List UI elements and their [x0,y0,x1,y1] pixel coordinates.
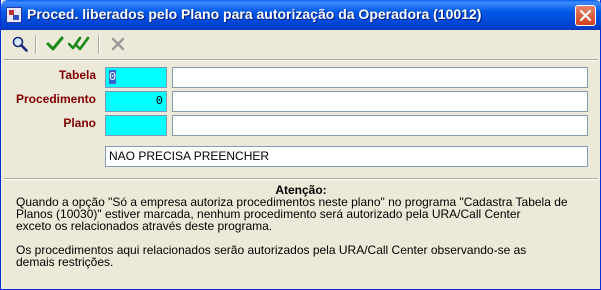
info-panel: Atenção: Quando a opção "Só a empresa au… [4,178,598,287]
info-text: exceto os relacionados através deste pro… [16,219,273,233]
plano-code-field[interactable] [105,115,167,136]
check-icon [46,36,64,51]
title-bar[interactable]: Proced. liberados pelo Plano para autori… [1,0,601,30]
plano-label: Plano [63,116,96,130]
info-text: demais restrições. [16,255,114,269]
note-field: NAO PRECISA PREENCHER [105,146,588,167]
confirm-all-button[interactable] [68,33,90,55]
confirm-button[interactable] [44,33,66,55]
tabela-label: Tabela [58,68,96,82]
toolbar [4,31,598,59]
plano-description-field[interactable] [172,115,588,136]
procedimento-description-field[interactable] [172,91,588,112]
procedimento-label: Procedimento [15,92,96,106]
toolbar-separator [98,35,100,54]
tabela-code-field[interactable]: 0 [105,67,167,88]
x-icon [111,37,125,51]
close-button[interactable] [575,5,596,26]
procedimento-code-field[interactable]: 0 [105,91,167,112]
window-title: Proced. liberados pelo Plano para autori… [27,6,482,22]
magnifier-icon [12,36,28,52]
tabela-code-value: 0 [109,70,117,84]
cancel-button[interactable] [107,33,129,55]
app-icon [6,7,22,23]
dialog-window: Proced. liberados pelo Plano para autori… [0,0,601,290]
close-icon [580,10,591,21]
double-check-icon [68,36,90,51]
tabela-description-field[interactable] [172,67,588,88]
toolbar-separator [35,35,37,54]
form-panel: Tabela 0 Procedimento 0 Plano NAO PRECIS… [4,59,598,178]
search-button[interactable] [9,33,31,55]
